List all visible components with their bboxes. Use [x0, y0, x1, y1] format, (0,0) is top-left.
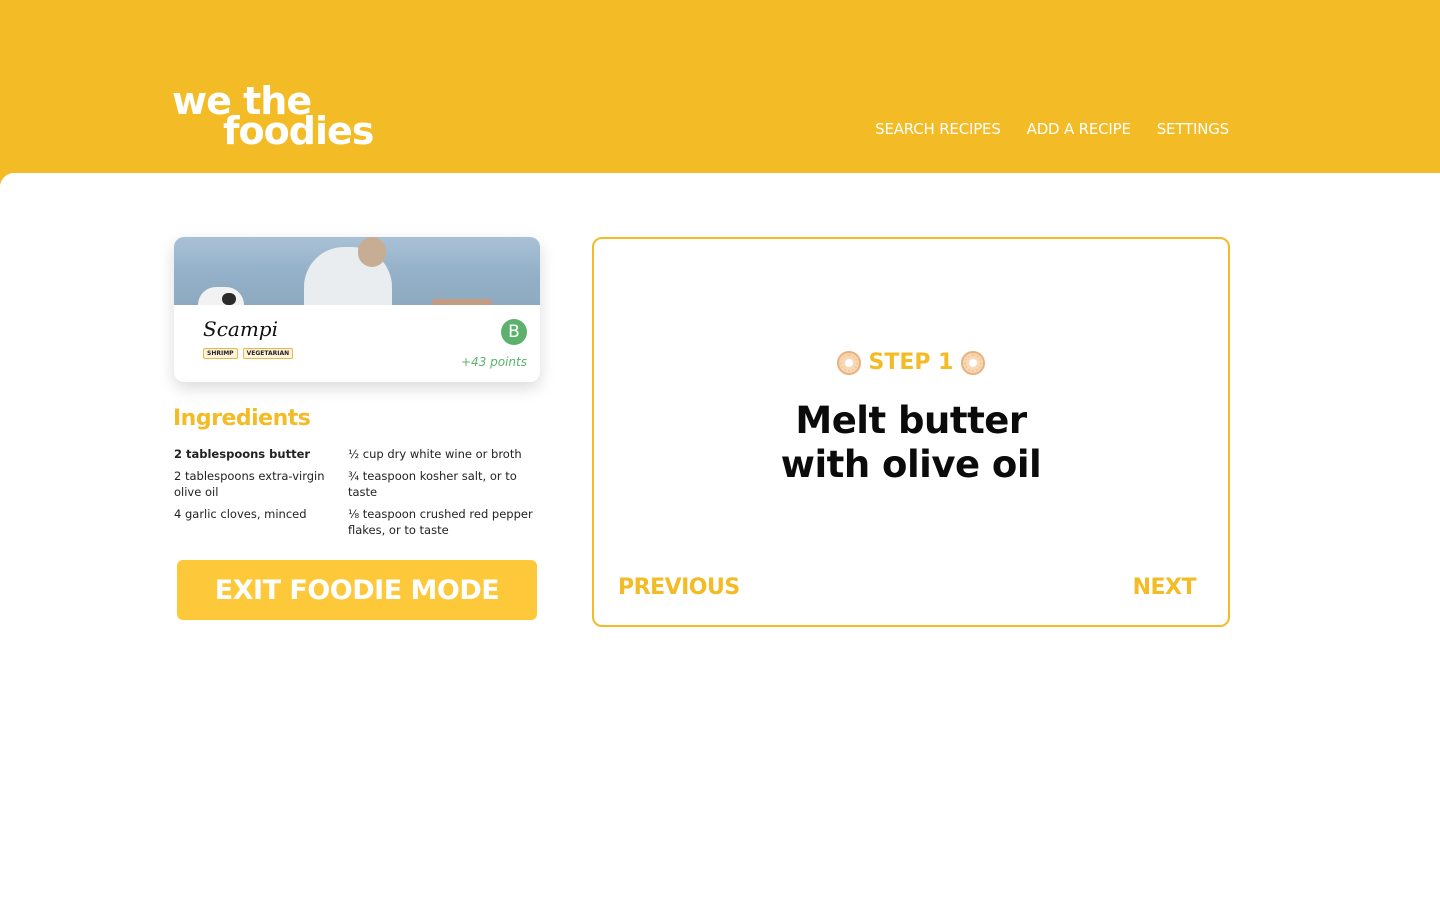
ingredient-item: 2 tablespoons extra-virgin olive oil: [174, 469, 325, 499]
donut-icon: [836, 350, 861, 375]
step-instruction-line-1: Melt butter: [795, 399, 1027, 442]
step-instruction-line-2: with olive oil: [780, 443, 1042, 486]
step-panel: STEP 1 Melt butter with olive oil PREVIO…: [592, 237, 1230, 627]
tag-shrimp: SHRIMP: [203, 348, 238, 359]
ingredient-item: 2 tablespoons butter: [174, 447, 311, 461]
previous-step-button[interactable]: PREVIOUS: [618, 575, 740, 600]
ingredients-column-1: 2 tablespoons butter 2 tablespoons extra…: [174, 446, 346, 528]
sheet-corner: [0, 173, 14, 187]
step-label: STEP 1: [868, 350, 954, 375]
next-step-button[interactable]: NEXT: [1133, 575, 1197, 600]
ingredient-item: ½ cup dry white wine or broth: [348, 447, 522, 461]
recipe-card[interactable]: Scampi SHRIMP VEGETARIAN B +43 points: [174, 237, 540, 382]
points-label: +43 points: [461, 355, 527, 369]
photo-head: [358, 237, 386, 267]
main-nav: SEARCH RECIPES ADD A RECIPE SETTINGS: [875, 120, 1229, 138]
recipe-tags: SHRIMP VEGETARIAN: [203, 348, 294, 359]
photo-rock: [432, 299, 492, 305]
recipe-photo: [174, 237, 540, 305]
donut-icon: [961, 350, 986, 375]
header-bar: we the foodies SEARCH RECIPES ADD A RECI…: [0, 0, 1440, 173]
exit-foodie-mode-button[interactable]: EXIT FOODIE MODE: [177, 560, 537, 620]
logo[interactable]: we the foodies: [172, 82, 374, 150]
nav-settings[interactable]: SETTINGS: [1157, 120, 1229, 138]
nav-search-recipes[interactable]: SEARCH RECIPES: [875, 120, 1001, 138]
tag-vegetarian: VEGETARIAN: [242, 348, 294, 359]
ingredients-heading: Ingredients: [173, 406, 311, 431]
step-header: STEP 1: [594, 350, 1228, 375]
recipe-title: Scampi: [203, 317, 278, 341]
ingredient-item: ¾ teaspoon kosher salt, or to taste: [348, 469, 517, 499]
step-instruction: Melt butter with olive oil: [594, 399, 1228, 487]
nav-add-recipe[interactable]: ADD A RECIPE: [1027, 120, 1131, 138]
grade-badge: B: [501, 319, 527, 345]
photo-dog-ear: [222, 293, 236, 305]
photo-dog: [198, 287, 244, 305]
ingredient-item: ⅛ teaspoon crushed red pepper flakes, or…: [348, 507, 533, 537]
ingredients-column-2: ½ cup dry white wine or broth ¾ teaspoon…: [348, 446, 544, 544]
ingredient-item: 4 garlic cloves, minced: [174, 507, 307, 521]
